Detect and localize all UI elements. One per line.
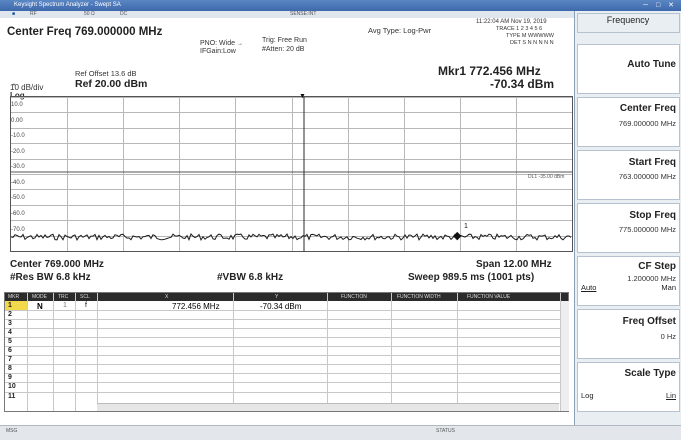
menu-title-frame — [577, 13, 680, 33]
menu-item-rf[interactable]: RF — [30, 11, 37, 18]
softkey-label: Stop Freq — [629, 210, 676, 221]
softkey-label: Start Freq — [628, 157, 676, 168]
softkey-start-freq[interactable]: Start Freq 763.000000 MHz — [577, 150, 680, 200]
ifgain-label: IFGain:Low — [200, 48, 236, 55]
col-mode: MODE — [32, 294, 47, 300]
marker-table: MKR MODE TRC SCL X Y FUNCTION FUNCTION W… — [4, 292, 569, 412]
row1-scl[interactable]: f — [85, 302, 87, 309]
status-bar: MSG STATUS — [0, 425, 681, 440]
y-tick: -20.0 — [11, 149, 25, 155]
y-tick: -30.0 — [11, 164, 25, 170]
table-row-num[interactable]: 2 — [8, 311, 12, 319]
cf-step-man-option[interactable]: Man — [661, 283, 676, 292]
trace-row: TRACE 1 2 3 4 5 6 — [496, 26, 543, 32]
y-tick: 10.0 — [11, 102, 23, 108]
display-line-label: DL1 -35.00 dBm — [528, 174, 565, 180]
scale-type-log-option[interactable]: Log — [581, 391, 594, 400]
row1-trc[interactable]: 1 — [63, 302, 67, 309]
col-function: FUNCTION — [341, 294, 367, 300]
col-mkr: MKR — [8, 294, 20, 300]
table-row-num[interactable]: 7 — [8, 356, 12, 364]
table-row-num[interactable]: 9 — [8, 374, 12, 382]
center-marker-icon: ▼ — [299, 93, 306, 100]
softkey-cf-step[interactable]: CF Step 1.200000 MHz Auto Man — [577, 256, 680, 306]
table-row-num[interactable]: 11 — [8, 393, 15, 401]
window-title: Keysight Spectrum Analyzer - Swept SA — [14, 2, 121, 8]
y-tick: -70.0 — [11, 227, 25, 233]
menu-strip: ■ RF 50 Ω DC SENSE:INT — [0, 11, 574, 18]
softkey-label: Auto Tune — [627, 59, 676, 70]
atten-label: #Atten: 20 dB — [262, 46, 305, 53]
center-freq-header: Center Freq 769.000000 MHz — [7, 26, 163, 38]
menu-item-sense[interactable]: SENSE:INT — [290, 11, 316, 18]
col-scl: SCL — [80, 294, 90, 300]
marker-table-header: MKR MODE TRC SCL X Y FUNCTION FUNCTION W… — [5, 293, 568, 301]
col-function-width: FUNCTION WIDTH — [397, 294, 441, 300]
vertical-scrollbar[interactable] — [561, 301, 569, 411]
softkey-value: 763.000000 MHz — [618, 172, 676, 181]
table-row-num[interactable]: 6 — [8, 347, 12, 355]
softkey-panel: Frequency Auto Tune Center Freq 769.0000… — [574, 11, 681, 425]
marker-readout-freq: Mkr1 772.456 MHz — [438, 64, 541, 78]
table-row-num[interactable]: 1 — [8, 302, 12, 310]
span: Span 12.00 MHz — [476, 259, 552, 270]
marker-label: 1 — [464, 223, 468, 230]
col-y: Y — [275, 294, 279, 300]
softkey-value: 0 Hz — [660, 332, 676, 341]
y-tick: -50.0 — [11, 195, 25, 201]
menu-item-50ohm[interactable]: 50 Ω — [84, 11, 95, 18]
status-msg: MSG — [6, 428, 18, 434]
det-row: DET S N N N N N — [510, 40, 554, 46]
scale-type-lin-option[interactable]: Lin — [666, 391, 676, 400]
res-bw: #Res BW 6.8 kHz — [10, 272, 91, 283]
y-tick: -10.0 — [11, 133, 25, 139]
status-label: STATUS — [436, 428, 455, 434]
softkey-scale-type[interactable]: Scale Type Log Lin — [577, 362, 680, 412]
softkey-label: CF Step — [638, 261, 676, 272]
title-bar: Keysight Spectrum Analyzer - Swept SA ─ … — [0, 0, 681, 11]
y-tick: 0.00 — [11, 118, 23, 124]
menu-item-dc[interactable]: DC — [120, 11, 127, 18]
marker-readout-amp: -70.34 dBm — [490, 77, 555, 91]
cf-step-auto-option[interactable]: Auto — [581, 283, 596, 292]
ref-offset: Ref Offset 13.6 dB — [75, 69, 137, 78]
spectrum-plot[interactable]: ▼ ◆ 1 DL1 -35.00 dBm — [10, 93, 573, 252]
softkey-value: 1.200000 MHz — [627, 274, 676, 283]
pno-label: PNO: Wide → — [200, 40, 243, 47]
trig-label: Trig: Free Run — [262, 37, 307, 44]
softkey-value: 769.000000 MHz — [618, 119, 676, 128]
softkey-label: Scale Type — [624, 368, 676, 379]
center-footer: Center 769.000 MHz — [10, 259, 104, 270]
table-row-num[interactable]: 8 — [8, 365, 12, 373]
y-tick: -40.0 — [11, 180, 25, 186]
softkey-value: 775.000000 MHz — [618, 225, 676, 234]
avg-type-label: Avg Type: Log-Pwr — [368, 26, 432, 35]
spectrum-trace — [11, 97, 572, 251]
table-row-num[interactable]: 5 — [8, 338, 12, 346]
logo-icon: ■ — [12, 11, 16, 17]
softkey-label: Center Freq — [619, 103, 676, 114]
ref-arrow-icon: ▼ — [12, 82, 16, 87]
softkey-stop-freq[interactable]: Stop Freq 775.000000 MHz — [577, 203, 680, 253]
softkey-center-freq[interactable]: Center Freq 769.000000 MHz — [577, 97, 680, 147]
vbw: #VBW 6.8 kHz — [217, 272, 284, 283]
y-tick: -60.0 — [11, 211, 25, 217]
softkey-label: Freq Offset — [622, 316, 676, 327]
ref-level: Ref 20.00 dBm — [75, 78, 148, 90]
timestamp: 11:22:04 AM Nov 19, 2019 — [476, 19, 547, 25]
marker-diamond-icon[interactable]: ◆ — [453, 229, 461, 242]
sweep: Sweep 989.5 ms (1001 pts) — [408, 272, 535, 283]
window-controls[interactable]: ─ □ ✕ — [643, 1, 677, 10]
col-trc: TRC — [58, 294, 69, 300]
table-row-num[interactable]: 10 — [8, 383, 16, 391]
col-function-value: FUNCTION VALUE — [467, 294, 511, 300]
softkey-auto-tune[interactable]: Auto Tune — [577, 44, 680, 94]
softkey-freq-offset[interactable]: Freq Offset 0 Hz — [577, 309, 680, 359]
table-row-num[interactable]: 3 — [8, 320, 12, 328]
type-row: TYPE M WWWWW — [506, 33, 554, 39]
table-row-num[interactable]: 4 — [8, 329, 12, 337]
col-x: X — [165, 294, 169, 300]
horizontal-scrollbar[interactable] — [97, 403, 559, 411]
